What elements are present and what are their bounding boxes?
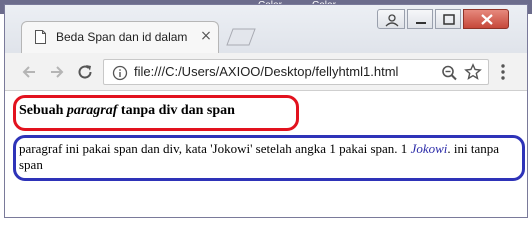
new-tab-button[interactable]	[223, 27, 259, 47]
blue-highlight-outline	[13, 135, 525, 181]
close-window-button[interactable]	[463, 9, 509, 29]
minimize-icon	[416, 22, 426, 24]
info-icon[interactable]	[112, 65, 128, 81]
forward-arrow-icon[interactable]	[47, 62, 67, 82]
reload-icon[interactable]	[75, 62, 95, 82]
more-menu-icon[interactable]	[495, 62, 511, 82]
browser-toolbar: file:///C:/Users/AXIOO/Desktop/fellyhtml…	[5, 53, 527, 91]
title-bar: Beda Span dan id dalam ×	[5, 5, 527, 55]
bookmark-star-icon[interactable]	[464, 63, 482, 81]
user-icon	[385, 14, 399, 27]
maximize-icon	[443, 14, 455, 25]
zoom-icon[interactable]	[440, 64, 460, 82]
tab-title: Beda Span dan id dalam	[56, 30, 188, 44]
tab-close-icon[interactable]: ×	[198, 27, 214, 45]
address-bar[interactable]: file:///C:/Users/AXIOO/Desktop/fellyhtml…	[103, 59, 489, 85]
back-arrow-icon[interactable]	[19, 62, 39, 82]
close-icon	[481, 14, 493, 25]
url-text[interactable]: file:///C:/Users/AXIOO/Desktop/fellyhtml…	[134, 64, 398, 79]
browser-tab[interactable]: Beda Span dan id dalam ×	[21, 21, 219, 53]
page-content: Sebuah paragraf tanpa div dan span parag…	[5, 91, 527, 217]
minimize-button[interactable]	[407, 9, 433, 29]
browser-window: Beda Span dan id dalam × file:///C:/User…	[4, 4, 528, 218]
document-icon	[35, 30, 46, 44]
red-highlight-outline	[13, 95, 299, 131]
maximize-button[interactable]	[435, 9, 461, 29]
user-profile-button[interactable]	[377, 9, 405, 29]
